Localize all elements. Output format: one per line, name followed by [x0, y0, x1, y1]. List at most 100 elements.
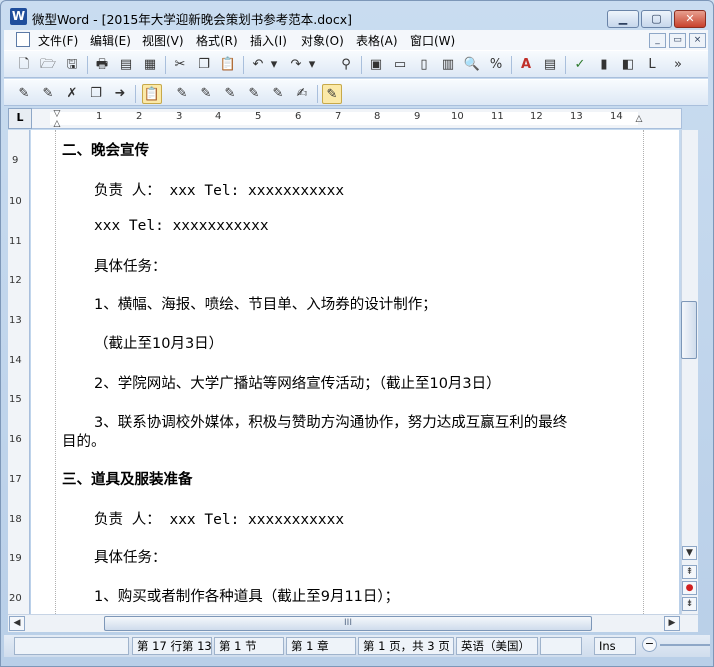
page-arrow-icon[interactable]: ➜ [110, 84, 130, 104]
paragraph[interactable]: 3、联系协调校外媒体，积极与赞助方沟通协作，努力达成互赢互利的最终 [94, 411, 567, 432]
find-binoculars-icon[interactable]: ⚲ [336, 55, 356, 75]
zoom-slider[interactable] [660, 644, 710, 646]
vruler-number: 10 [9, 196, 22, 207]
menu-format[interactable]: 格式(R) [196, 32, 238, 49]
menu-table[interactable]: 表格(A) [356, 32, 398, 49]
new-document-icon[interactable]: 🗋 [14, 55, 34, 75]
toolbar-overflow-icon[interactable]: » [668, 55, 688, 75]
menu-bar: 文件(F) 编辑(E) 视图(V) 格式(R) 插入(I) 对象(O) 表格(A… [4, 30, 708, 50]
scroll-down-arrow-icon[interactable]: ▼ [682, 546, 697, 560]
cut-icon[interactable]: ✂ [170, 55, 190, 75]
vruler-number: 16 [9, 434, 22, 445]
close-button[interactable]: ✕ [674, 10, 706, 28]
horizontal-scroll-thumb[interactable]: III [104, 616, 592, 631]
section-heading[interactable]: 三、道具及服装准备 [62, 468, 193, 489]
status-insert-mode[interactable]: Ins [594, 637, 636, 655]
paste-icon[interactable]: 📋 [218, 55, 238, 75]
right-indent-marker-icon[interactable]: △ [634, 113, 644, 127]
browse-object-icon[interactable]: ● [682, 581, 697, 595]
tab-stop-selector[interactable]: L [8, 108, 32, 129]
menu-view[interactable]: 视图(V) [142, 32, 184, 49]
paragraph[interactable]: 负责 人： xxx Tel: xxxxxxxxxxx [94, 179, 344, 200]
ruler-number: 10 [451, 111, 464, 122]
menu-window[interactable]: 窗口(W) [410, 32, 455, 49]
menu-file[interactable]: 文件(F) [38, 32, 78, 49]
pencil-check-icon[interactable]: ✎ [196, 84, 216, 104]
redo-dropdown-icon[interactable]: ▾ [306, 55, 318, 75]
print-preview-icon[interactable]: ▦ [140, 55, 160, 75]
next-page-icon[interactable]: ⇟ [682, 597, 697, 611]
actual-size-icon[interactable]: ▣ [366, 55, 386, 75]
print-icon[interactable]: 🖶 [92, 55, 112, 75]
indent-marker-icon[interactable]: ▽ △ [52, 109, 62, 129]
copy-page-icon[interactable]: ❐ [86, 84, 106, 104]
redo-icon[interactable]: ↷ [286, 55, 306, 75]
paragraph[interactable]: 具体任务： [94, 255, 167, 276]
minimize-button[interactable]: ▁ [607, 10, 639, 28]
paragraph[interactable]: 负责 人： xxx Tel: xxxxxxxxxxx [94, 508, 344, 529]
review-toolbar: ✎ ✎ ✗ ❐ ➜ 📋 ✎ ✎ ✎ ✎ ✎ ✍ ✎ [4, 79, 708, 106]
paragraph[interactable]: xxx Tel: xxxxxxxxxxx [94, 218, 269, 234]
vruler-number: 14 [9, 355, 22, 366]
paragraph[interactable]: 2、学院网站、大学广播站等网络宣传活动；（截止至10月3日） [94, 372, 501, 393]
doc-restore-button[interactable]: ▭ [669, 33, 686, 48]
scroll-left-arrow-icon[interactable]: ◀ [9, 616, 25, 631]
paragraph[interactable]: 1、购买或者制作各种道具（截止至9月11日）； [94, 585, 399, 606]
scroll-right-arrow-icon[interactable]: ▶ [664, 616, 680, 631]
two-pages-icon[interactable]: ▥ [438, 55, 458, 75]
menu-edit[interactable]: 编辑(E) [90, 32, 131, 49]
separator [317, 85, 318, 103]
zoom-out-icon[interactable]: − [642, 637, 657, 652]
vertical-scrollbar[interactable] [681, 130, 698, 614]
pencil-arrow-icon[interactable]: ✎ [220, 84, 240, 104]
menu-object[interactable]: 对象(O) [301, 32, 344, 49]
chart-icon[interactable]: ▮ [594, 55, 614, 75]
separator [511, 56, 512, 74]
track-changes-icon[interactable]: ✎ [322, 84, 342, 104]
paragraph[interactable]: （截止至10月3日） [94, 332, 223, 353]
maximize-button[interactable]: ▢ [641, 10, 672, 28]
font-color-icon[interactable]: A [516, 55, 536, 75]
edit-page-icon[interactable]: ✎ [38, 84, 58, 104]
pencil-star-icon[interactable]: ✎ [172, 84, 192, 104]
zoom-icon[interactable]: 🔍 [462, 55, 482, 75]
previous-page-icon[interactable]: ⇞ [682, 565, 697, 579]
clipboard-active-icon[interactable]: 📋 [142, 84, 162, 104]
text-box-icon[interactable]: L [642, 55, 662, 75]
section-heading[interactable]: 二、晚会宣传 [62, 139, 149, 160]
doc-close-button[interactable]: × [689, 33, 706, 48]
format-icon[interactable]: ▤ [540, 55, 560, 75]
doc-minimize-button[interactable]: _ [649, 33, 666, 48]
page-width-icon[interactable]: ▭ [390, 55, 410, 75]
pencil-dual-icon[interactable]: ✎ [268, 84, 288, 104]
delete-page-icon[interactable]: ✗ [62, 84, 82, 104]
full-page-icon[interactable]: ▯ [414, 55, 434, 75]
vruler-number: 13 [9, 315, 22, 326]
undo-dropdown-icon[interactable]: ▾ [268, 55, 280, 75]
title-bar[interactable]: W 微型Word - [2015年大学迎新晚会策划书参考范本.docx] ▁ ▢… [1, 1, 713, 31]
shapes-icon[interactable]: ◧ [618, 55, 638, 75]
paragraph[interactable]: 具体任务： [94, 546, 167, 567]
ruler-number: 6 [295, 111, 302, 122]
note-icon[interactable]: ✍ [292, 84, 312, 104]
menu-insert[interactable]: 插入(I) [250, 32, 287, 49]
paragraph[interactable]: 1、横幅、海报、喷绘、节目单、入场券的设计制作； [94, 293, 437, 314]
document-icon[interactable] [16, 32, 30, 47]
undo-icon[interactable]: ↶ [248, 55, 268, 75]
word-app-icon[interactable]: W [10, 8, 27, 25]
separator [87, 56, 88, 74]
spell-check-icon[interactable]: ✓ [570, 55, 590, 75]
zoom-percent-icon[interactable]: % [486, 55, 506, 75]
paragraph[interactable]: 目的。 [62, 430, 106, 451]
document-page[interactable]: 二、晚会宣传 负责 人： xxx Tel: xxxxxxxxxxx xxx Te… [31, 130, 679, 614]
copy-icon[interactable]: ❐ [194, 55, 214, 75]
save-icon[interactable]: 🖫 [62, 55, 82, 75]
pdf-icon[interactable]: ▤ [116, 55, 136, 75]
pencil-plain-icon[interactable]: ✎ [244, 84, 264, 104]
separator [565, 56, 566, 74]
separator [165, 56, 166, 74]
vertical-scroll-thumb[interactable] [681, 301, 697, 359]
open-folder-icon[interactable]: 🗁 [38, 55, 58, 75]
edit-document-icon[interactable]: ✎ [14, 84, 34, 104]
status-language[interactable]: 英语（美国） [456, 637, 538, 655]
